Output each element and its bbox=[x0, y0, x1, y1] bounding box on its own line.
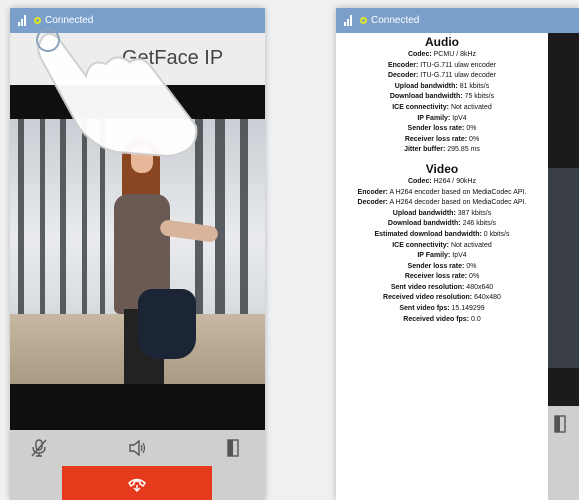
call-controls bbox=[10, 430, 265, 466]
stat-row: ICE connectivity: Not activated bbox=[392, 103, 492, 111]
stats-screen-phone: Connected Audio Codec: PCMU / 8kHz Encod… bbox=[336, 8, 579, 500]
video-feed-partial bbox=[548, 33, 579, 500]
speaker-icon[interactable] bbox=[128, 439, 146, 457]
stat-row: Received video resolution: 640x480 bbox=[383, 294, 501, 302]
stat-row: Sender loss rate: 0% bbox=[407, 262, 477, 270]
mic-off-icon[interactable] bbox=[30, 439, 48, 457]
video-stats-list: Codec: H264 / 90kHz Encoder: A H264 enco… bbox=[336, 177, 548, 325]
end-call-button[interactable] bbox=[62, 466, 212, 500]
call-controls bbox=[548, 406, 579, 442]
stat-row: Jitter buffer: 295.85 ms bbox=[404, 146, 480, 154]
stat-row: Sent video resolution: 480x640 bbox=[390, 283, 494, 291]
stat-row: Decoder: A H264 decoder based on MediaCo… bbox=[357, 199, 527, 207]
stat-row: IP Family: IpV4 bbox=[417, 114, 467, 122]
video-image bbox=[10, 119, 265, 384]
stat-row: Download bandwidth: 75 kbits/s bbox=[389, 93, 495, 101]
stat-row: Receiver loss rate: 0% bbox=[404, 273, 480, 281]
stat-row: Codec: PCMU / 8kHz bbox=[407, 51, 477, 58]
door-icon[interactable] bbox=[554, 415, 568, 433]
door-icon[interactable] bbox=[224, 439, 242, 457]
connection-status-text: Connected bbox=[371, 15, 420, 26]
stat-row: IP Family: IpV4 bbox=[417, 252, 467, 260]
status-bar: Connected bbox=[336, 8, 579, 33]
stat-row: Download bandwidth: 246 kbits/s bbox=[387, 220, 497, 228]
signal-bars-icon[interactable] bbox=[344, 15, 352, 26]
video-heading: Video bbox=[425, 161, 459, 176]
audio-heading: Audio bbox=[425, 35, 459, 49]
stat-row: ICE connectivity: Not activated bbox=[392, 241, 492, 249]
stat-row: Upload bandwidth: 387 kbits/s bbox=[392, 209, 492, 217]
stat-row: Sender loss rate: 0% bbox=[407, 125, 477, 133]
handbag bbox=[138, 289, 196, 359]
stat-row: Received video fps: 0.0 bbox=[403, 315, 481, 323]
stat-row: Encoder: A H264 encoder based on MediaCo… bbox=[357, 188, 527, 196]
hang-up-icon bbox=[128, 478, 146, 493]
end-call-bar bbox=[10, 466, 265, 500]
stat-row: Sent video fps: 15.149299 bbox=[399, 305, 485, 313]
call-screen-phone: Connected GetFace IP bbox=[10, 8, 265, 500]
call-statistics-panel: Audio Codec: PCMU / 8kHz Encoder: ITU-G.… bbox=[336, 33, 548, 500]
stat-row: Estimated download bandwidth: 0 kbits/s bbox=[374, 230, 510, 238]
end-call-bar bbox=[548, 442, 579, 500]
stat-row: Receiver loss rate: 0% bbox=[404, 135, 480, 143]
stat-row: Encoder: ITU-G.711 ulaw encoder bbox=[387, 61, 497, 69]
stat-row: Decoder: ITU-G.711 ulaw decoder bbox=[387, 72, 497, 80]
stat-row: Codec: H264 / 90kHz bbox=[407, 177, 477, 185]
tap-hand-icon bbox=[36, 28, 198, 158]
audio-stats-list: Codec: PCMU / 8kHz Encoder: ITU-G.711 ul… bbox=[336, 50, 548, 156]
stat-row: Upload bandwidth: 81 kbits/s bbox=[394, 82, 490, 90]
connection-status-icon bbox=[360, 17, 367, 24]
signal-bars-icon[interactable] bbox=[18, 15, 26, 26]
